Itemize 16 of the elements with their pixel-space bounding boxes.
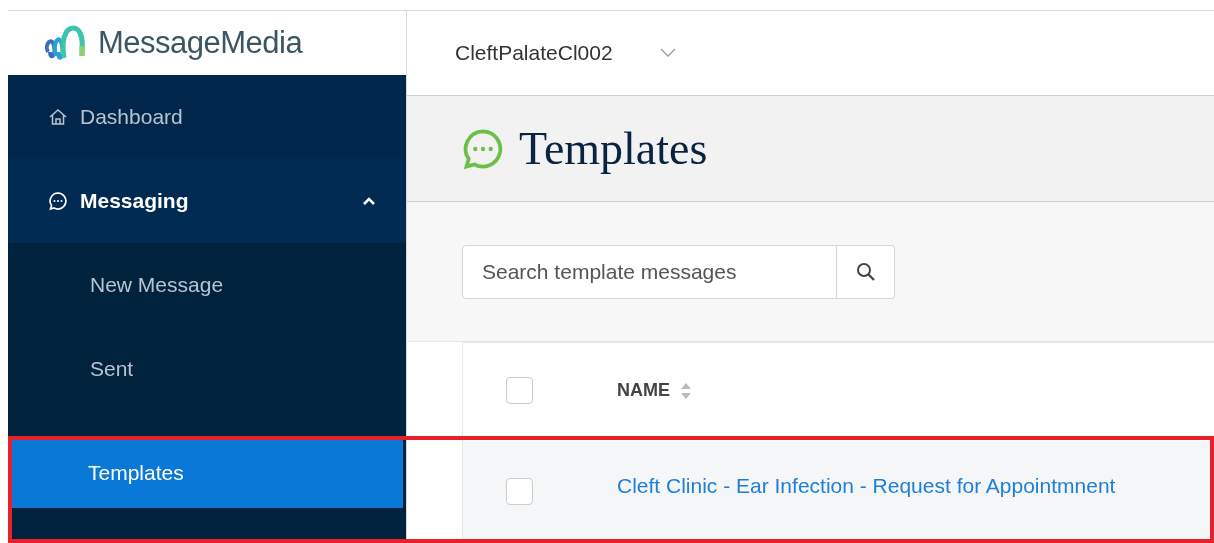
chat-icon — [48, 191, 68, 211]
search-field[interactable]: Search template messages — [462, 244, 837, 299]
account-name[interactable]: CleftPalateCl002 — [455, 37, 613, 69]
checkbox[interactable] — [506, 477, 533, 505]
logo-text: MessageMedia — [98, 23, 303, 62]
search-icon — [854, 260, 877, 283]
sidebar-item[interactable]: Sent — [90, 353, 134, 385]
sidebar-item[interactable]: Templates — [88, 457, 184, 489]
page-title: Templates — [519, 122, 708, 176]
search-button[interactable] — [837, 244, 895, 299]
chevron-up-icon[interactable] — [362, 196, 376, 206]
checkbox[interactable] — [506, 377, 533, 404]
column-header[interactable]: NAME — [617, 377, 670, 404]
sidebar-item[interactable]: New Message — [90, 269, 224, 301]
chevron-down-icon[interactable] — [658, 47, 677, 59]
home-icon — [48, 107, 68, 127]
